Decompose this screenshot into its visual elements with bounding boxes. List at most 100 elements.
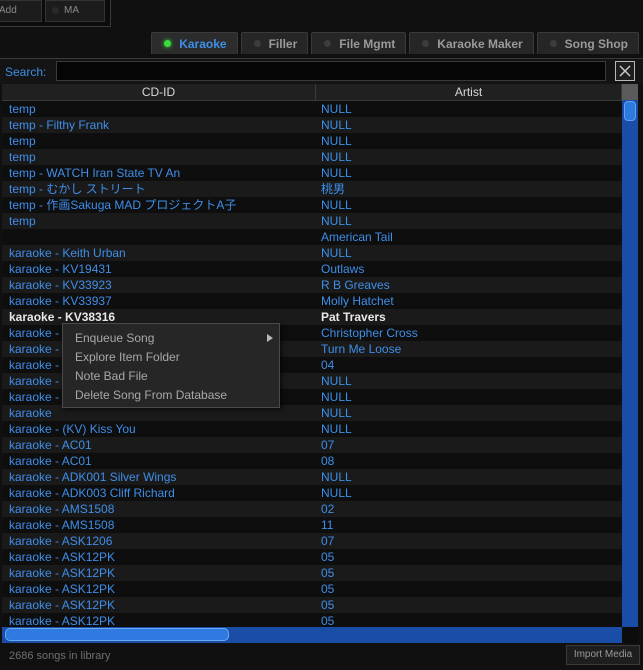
cd-id-cell: karaoke - ASK12PK (9, 598, 116, 612)
vertical-scroll-thumb[interactable] (624, 101, 636, 121)
cd-id-cell: karaoke - (KV) Kiss You (9, 422, 136, 436)
cd-id-cell: karaoke - KV33923 (9, 278, 112, 292)
artist-cell: NULL (321, 134, 352, 148)
table-row[interactable]: temp NULL (2, 101, 622, 117)
search-bar: Search: (0, 58, 643, 85)
artist-cell: NULL (321, 406, 352, 420)
table-header: CD-ID Artist (2, 84, 622, 101)
artist-cell: 07 (321, 438, 335, 452)
artist-cell: 05 (321, 582, 335, 596)
tab-karaoke-maker[interactable]: Karaoke Maker (409, 32, 534, 54)
artist-cell: Outlaws (321, 262, 365, 276)
column-header-cd-id[interactable]: CD-ID (2, 84, 316, 100)
table-row[interactable]: temp NULL (2, 149, 622, 165)
table-row[interactable]: temp - むかし ストリート 桃男 (2, 181, 622, 197)
table-row[interactable]: karaoke - ASK1206 07 (2, 533, 622, 549)
table-row[interactable]: karaoke - ASK12PK 05 (2, 597, 622, 613)
cd-id-cell: karaoke - Keith Urban (9, 246, 126, 260)
horizontal-scrollbar[interactable] (2, 627, 622, 643)
tab-bar: Karaoke Filler File Mgmt Karaoke Maker Song … (151, 32, 639, 54)
status-led-icon (324, 40, 332, 47)
tab-karaoke[interactable]: Karaoke (151, 32, 238, 54)
menu-item-label: Delete Song From Database (75, 388, 228, 402)
cd-id-cell (2, 229, 316, 245)
table-row[interactable]: temp NULL (2, 133, 622, 149)
table-row[interactable]: temp - WATCH Iran State TV An NULL (2, 165, 622, 181)
tab-filler[interactable]: Filler (240, 32, 309, 54)
vertical-scrollbar[interactable] (622, 84, 638, 627)
table-row[interactable]: karaoke - ASK12PK 05 (2, 565, 622, 581)
status-led-icon (422, 40, 430, 47)
horizontal-scroll-thumb[interactable] (5, 628, 229, 641)
cd-id-cell: temp (9, 102, 36, 116)
table-row[interactable]: karaoke - Keith Urban NULL (2, 245, 622, 261)
table-row[interactable]: temp NULL (2, 213, 622, 229)
table-row[interactable]: karaoke - AC01 07 (2, 437, 622, 453)
cd-id-cell: karaoke - AC01 (9, 454, 92, 468)
table-row[interactable]: karaoke - KV19431 Outlaws (2, 261, 622, 277)
table-row[interactable]: temp - Filthy Frank NULL (2, 117, 622, 133)
artist-cell: NULL (321, 102, 352, 116)
table-row[interactable]: American Tail (2, 229, 622, 245)
tab-label: Filler (268, 36, 298, 51)
cd-id-cell: karaoke - ASK12PK (9, 614, 116, 627)
menu-item-label: Note Bad File (75, 369, 148, 383)
artist-cell: NULL (321, 422, 352, 436)
artist-cell: NULL (321, 150, 352, 164)
cd-id-cell: temp - むかし ストリート (9, 182, 146, 196)
cd-id-cell: karaoke - ASK1206 (9, 534, 113, 548)
artist-cell: NULL (321, 486, 352, 500)
table-row[interactable]: karaoke - ASK12PK 05 (2, 549, 622, 565)
add-button[interactable]: Add (0, 0, 42, 22)
import-media-button[interactable]: Import Media (566, 645, 640, 665)
table-row[interactable]: karaoke - ASK12PK 05 (2, 613, 622, 627)
table-row[interactable]: temp - 作画Sakuga MAD プロジェクトA子 NULL (2, 197, 622, 213)
ma-button[interactable]: MA (45, 0, 105, 22)
table-row[interactable]: karaoke - KV33923 R B Greaves (2, 277, 622, 293)
tab-file-mgmt[interactable]: File Mgmt (311, 32, 407, 54)
menu-item-explore-item-folder[interactable]: Explore Item Folder (63, 348, 279, 367)
status-led-icon (164, 40, 172, 47)
tab-label: File Mgmt (339, 36, 396, 51)
scroll-up-button[interactable] (622, 84, 638, 100)
cd-id-cell: temp - WATCH Iran State TV An (9, 166, 181, 180)
cd-id-cell: karaoke - ASK12PK (9, 582, 116, 596)
status-led-icon (253, 40, 261, 47)
artist-cell: NULL (321, 390, 352, 404)
cd-id-cell: karaoke - KV19431 (9, 262, 112, 276)
artist-cell: American Tail (321, 230, 393, 244)
artist-cell: 05 (321, 614, 335, 627)
cd-id-cell: temp (9, 214, 36, 228)
menu-item-delete-song-from-database[interactable]: Delete Song From Database (63, 386, 279, 405)
search-input[interactable] (56, 61, 606, 81)
menu-item-note-bad-file[interactable]: Note Bad File (63, 367, 279, 386)
table-row[interactable]: karaoke - AC01 08 (2, 453, 622, 469)
tab-label: Karaoke (179, 36, 227, 51)
column-header-artist[interactable]: Artist (316, 84, 622, 100)
artist-cell: 02 (321, 502, 335, 516)
tab-label: Song Shop (564, 36, 628, 51)
artist-cell: NULL (321, 374, 352, 388)
ma-label: MA (64, 5, 79, 16)
top-button-group: Add MA (0, 0, 111, 27)
table-row[interactable]: karaoke - KV33937 Molly Hatchet (2, 293, 622, 309)
table-row[interactable]: karaoke - ADK001 Silver Wings NULL (2, 469, 622, 485)
artist-cell: NULL (321, 198, 352, 212)
menu-item-enqueue-song[interactable]: Enqueue Song (63, 329, 279, 348)
table-row[interactable]: karaoke - (KV) Kiss You NULL (2, 421, 622, 437)
clear-search-button[interactable] (615, 61, 635, 81)
tab-song-shop[interactable]: Song Shop (536, 32, 639, 54)
close-icon (619, 65, 631, 77)
artist-cell: 05 (321, 566, 335, 580)
table-row[interactable]: karaoke - AMS1508 11 (2, 517, 622, 533)
cd-id-cell: karaoke - AMS1508 (9, 518, 115, 532)
artist-cell: Pat Travers (321, 310, 386, 324)
cd-id-cell: karaoke - ADK003 Cliff Richard (9, 486, 175, 500)
table-row[interactable]: karaoke - ASK12PK 05 (2, 581, 622, 597)
artist-cell: Christopher Cross (321, 326, 418, 340)
artist-cell: NULL (321, 246, 352, 260)
cd-id-cell: karaoke - ASK12PK (9, 550, 116, 564)
table-row[interactable]: karaoke - AMS1508 02 (2, 501, 622, 517)
artist-cell: 05 (321, 550, 335, 564)
table-row[interactable]: karaoke - ADK003 Cliff Richard NULL (2, 485, 622, 501)
